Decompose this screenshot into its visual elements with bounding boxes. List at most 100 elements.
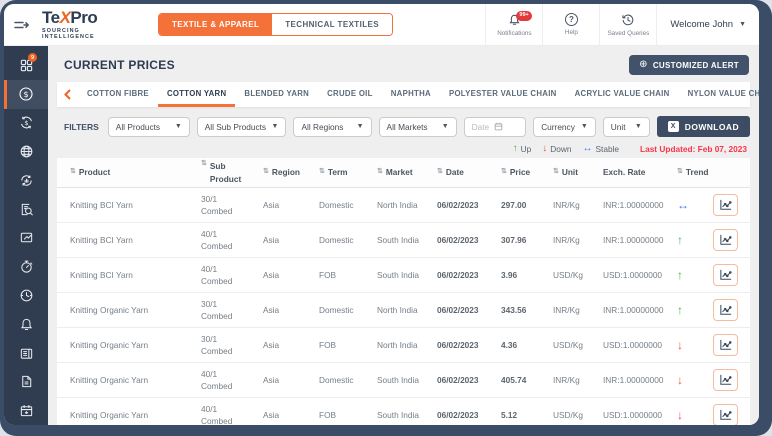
logo-te: Te <box>42 8 60 27</box>
tab-naphtha[interactable]: NAPHTHA <box>382 82 440 107</box>
prices-table: ⇅Product ⇅Sub Product ⇅Region ⇅Term ⇅Mar… <box>57 158 750 425</box>
help-label: Help <box>565 29 578 36</box>
help-icon: ? <box>565 13 578 26</box>
sidebar-item-trade-data[interactable] <box>4 166 48 195</box>
sidebar-item-notifications[interactable] <box>4 310 48 339</box>
view-chart-button[interactable] <box>713 229 738 251</box>
products-filter[interactable]: All Products▼ <box>108 117 190 137</box>
table-row: Knitting BCI Yarn 40/1 Combed Asia Domes… <box>57 223 750 258</box>
col-unit[interactable]: ⇅Unit <box>553 168 603 178</box>
sidebar-item-documents[interactable] <box>4 367 48 396</box>
up-arrow-icon: ↑ <box>513 144 518 154</box>
domain-switch: TEXTILE & APPAREL TECHNICAL TEXTILES <box>158 13 393 36</box>
topbar-actions: 99+ Notifications ? Help Saved Queries <box>485 4 759 45</box>
trend-arrow: ↓ <box>677 408 683 422</box>
legend-stable: ↔Stable <box>582 144 619 154</box>
col-market[interactable]: ⇅Market <box>377 168 437 178</box>
markets-filter[interactable]: All Markets▼ <box>379 117 457 137</box>
tab-crude-oil[interactable]: CRUDE OIL <box>318 82 382 107</box>
table-header-row: ⇅Product ⇅Sub Product ⇅Region ⇅Term ⇅Mar… <box>57 158 750 188</box>
chevron-down-icon: ▼ <box>739 21 746 28</box>
sidebar-item-market-research[interactable] <box>4 195 48 224</box>
user-menu[interactable]: Welcome John ▼ <box>656 4 759 45</box>
tab-acrylic-value-chain[interactable]: ACRYLIC VALUE CHAIN <box>566 82 679 107</box>
notifications-button[interactable]: 99+ Notifications <box>485 4 542 45</box>
sort-icon: ⇅ <box>437 168 443 176</box>
sidebar-item-alerts-timer[interactable] <box>4 252 48 281</box>
trend-arrow: ↔ <box>677 198 689 212</box>
tab-cotton-yarn[interactable]: COTTON YARN <box>158 82 235 107</box>
regions-filter[interactable]: All Regions▼ <box>293 117 371 137</box>
table-row: Knitting Organic Yarn 30/1 Combed Asia F… <box>57 328 750 363</box>
chevron-down-icon: ▼ <box>581 123 588 130</box>
sidebar-item-global-markets[interactable] <box>4 137 48 166</box>
view-chart-button[interactable] <box>713 334 738 356</box>
help-button[interactable]: ? Help <box>542 4 599 45</box>
down-arrow-icon: ↓ <box>542 144 547 154</box>
welcome-text: Welcome John <box>670 19 733 30</box>
sidebar-item-dashboard[interactable]: 9 <box>4 51 48 80</box>
trend-arrow: ↑ <box>677 268 683 282</box>
currency-filter[interactable]: Currency▼ <box>533 117 596 137</box>
tab-technical-textiles[interactable]: TECHNICAL TEXTILES <box>272 14 392 35</box>
notifications-label: Notifications <box>497 30 531 37</box>
sort-icon: ⇅ <box>201 160 207 168</box>
logo-subtitle: SOURCING INTELLIGENCE <box>42 28 130 40</box>
tab-cotton-fibre[interactable]: COTTON FIBRE <box>78 82 158 107</box>
date-filter[interactable]: Date <box>464 117 527 137</box>
sub-products-filter[interactable]: All Sub Products▼ <box>197 117 287 137</box>
view-chart-button[interactable] <box>713 299 738 321</box>
col-sub-product[interactable]: ⇅Sub Product <box>201 160 263 185</box>
table-row: Knitting Organic Yarn 30/1 Combed Asia D… <box>57 293 750 328</box>
table-row: Knitting Organic Yarn 40/1 Combed Asia F… <box>57 398 750 425</box>
sidebar-item-current-prices[interactable]: $ <box>4 80 48 109</box>
chevron-down-icon: ▼ <box>357 123 364 130</box>
view-chart-button[interactable] <box>713 194 738 216</box>
unit-filter[interactable]: Unit▼ <box>603 117 650 137</box>
plus-circle-icon: ⊕ <box>639 60 648 70</box>
stable-arrow-icon: ↔ <box>582 144 592 154</box>
table-row: Knitting BCI Yarn 30/1 Combed Asia Domes… <box>57 188 750 223</box>
history-clock-icon <box>621 13 635 27</box>
col-price[interactable]: ⇅Price <box>501 168 553 178</box>
tab-blended-yarn[interactable]: BLENDED YARN <box>235 82 318 107</box>
trend-arrow: ↓ <box>677 373 683 387</box>
menu-expand-icon[interactable] <box>4 4 38 45</box>
logo-pro: Pro <box>70 8 97 27</box>
customized-alert-button[interactable]: ⊕ CUSTOMIZED ALERT <box>629 55 749 75</box>
download-button[interactable]: X DOWNLOAD <box>657 116 750 137</box>
notifications-badge: 99+ <box>516 11 531 21</box>
last-updated: Last Updated: Feb 07, 2023 <box>640 144 747 154</box>
chevron-down-icon: ▼ <box>272 123 279 130</box>
category-tabs: COTTON FIBRE COTTON YARN BLENDED YARN CR… <box>57 82 750 107</box>
sidebar-item-news[interactable] <box>4 339 48 368</box>
window-frame: TeXPro SOURCING INTELLIGENCE TEXTILE & A… <box>0 0 772 436</box>
chevron-down-icon: ▼ <box>175 123 182 130</box>
sidebar-item-events-calendar[interactable] <box>4 396 48 425</box>
col-trend[interactable]: ⇅Trend <box>677 168 713 178</box>
tab-nylon-value-chain[interactable]: NYLON VALUE CHAIN <box>679 82 759 107</box>
chevron-left-icon[interactable] <box>57 82 78 107</box>
sort-icon: ⇅ <box>677 168 683 176</box>
view-chart-button[interactable] <box>713 264 738 286</box>
saved-queries-label: Saved Queries <box>608 30 650 37</box>
tab-textile-apparel[interactable]: TEXTILE & APPAREL <box>159 14 272 35</box>
col-date[interactable]: ⇅Date <box>437 168 501 178</box>
sidebar-item-world-clock[interactable] <box>4 281 48 310</box>
tab-polyester-value-chain[interactable]: POLYESTER VALUE CHAIN <box>440 82 566 107</box>
saved-queries-button[interactable]: Saved Queries <box>599 4 656 45</box>
sidebar-item-reports[interactable] <box>4 224 48 253</box>
calendar-icon <box>494 122 503 131</box>
sort-icon: ⇅ <box>319 168 325 176</box>
col-region[interactable]: ⇅Region <box>263 168 319 178</box>
logo-x: X <box>60 8 71 27</box>
col-product[interactable]: ⇅Product <box>57 168 201 178</box>
chevron-down-icon: ▼ <box>442 123 449 130</box>
view-chart-button[interactable] <box>713 404 738 425</box>
legend-down: ↓Down <box>542 144 571 154</box>
sort-icon: ⇅ <box>70 168 76 176</box>
dashboard-badge: 9 <box>28 53 37 62</box>
col-term[interactable]: ⇅Term <box>319 168 377 178</box>
sidebar-item-currency-exchange[interactable]: $ <box>4 109 48 138</box>
view-chart-button[interactable] <box>713 369 738 391</box>
